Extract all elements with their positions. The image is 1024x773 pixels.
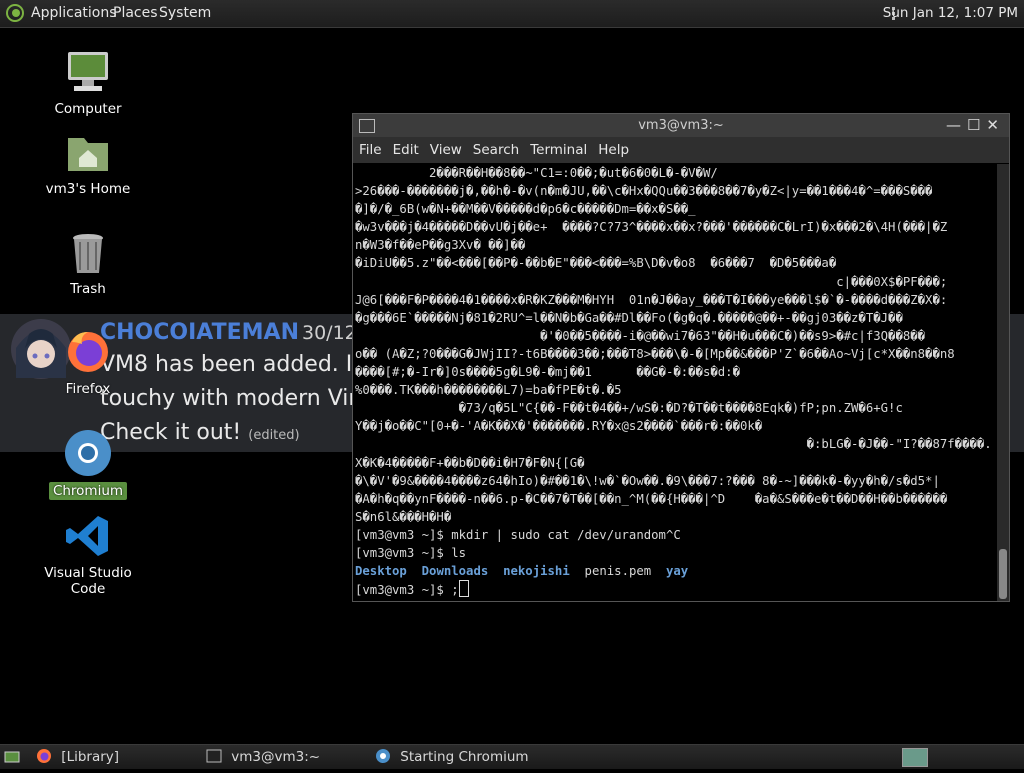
terminal-icon: [206, 749, 222, 763]
desktop-icon-computer[interactable]: Computer: [28, 48, 148, 118]
desktop-icon-trash[interactable]: Trash: [28, 230, 148, 298]
random-output-line: %0���.TK���h��������L7)=ba�fPE�t�.�5: [355, 383, 622, 398]
desktop-icon-vscode[interactable]: Visual Studio Code: [28, 512, 148, 598]
desktop-icon-home[interactable]: vm3's Home: [28, 128, 148, 198]
random-output-line: �73/q�5L"C{��-F��t�4��+/wS�:�D?�T��t����…: [355, 401, 903, 416]
ls-dir: Desktop: [355, 564, 407, 579]
desktop-icon-label: vm3's Home: [45, 181, 131, 197]
random-output-line: �iDiU��5.z"��<���[��P�-��b�E"���<���=%B\…: [355, 256, 837, 271]
desktop-icon-chromium[interactable]: Chromium: [28, 428, 148, 500]
random-output-line: �\�V'�9&����4����z64�hIo)�#��1�\!w�`�Ow�…: [355, 473, 940, 488]
random-output-line: J@6[���F�P����4�1����x�R�KZ���M�HYH 01n�…: [355, 292, 948, 307]
workspace-switcher[interactable]: [902, 748, 928, 767]
random-output-line: �:bLG�-�J��-"I?��87f����.: [355, 437, 992, 452]
random-output-line: n�W3�f��eP��g3Xv� ��]��: [355, 238, 526, 253]
ls-file: penis.pem: [584, 564, 652, 579]
terminal-scrollbar[interactable]: [997, 164, 1009, 601]
prompt-line[interactable]: [vm3@vm3 ~]$ ;: [355, 580, 997, 599]
terminal-menubar: File Edit View Search Terminal Help: [353, 137, 1009, 163]
window-title: vm3@vm3:~: [638, 118, 724, 133]
menu-edit[interactable]: Edit: [387, 137, 424, 158]
firefox-icon: [68, 332, 108, 372]
random-output-line: S�n6l&���H�H�: [355, 509, 452, 524]
vscode-icon: [66, 516, 108, 556]
menu-help[interactable]: Help: [592, 137, 634, 158]
menu-terminal[interactable]: Terminal: [524, 137, 592, 158]
random-output-line: o�� (A�Z;?0���G�JWjII?-t6B����3��;���T8>…: [355, 346, 955, 361]
ls-dir: yay: [666, 564, 689, 579]
random-output-line: ����[#;�-Ir�]0s����5g�L9�-�mj��1 ��G�-�:…: [355, 365, 740, 380]
taskbar-item-library[interactable]: [Library]: [36, 745, 119, 769]
desktop-icon-firefox[interactable]: Firefox: [28, 328, 148, 398]
terminal-window-icon[interactable]: [359, 119, 375, 133]
applications-menu[interactable]: Applications: [31, 5, 117, 21]
random-output-line: �'�0��5����-i�@��wi7�63"��H�u���C�)��s9>…: [355, 328, 926, 343]
system-menu[interactable]: System: [159, 5, 211, 21]
random-output-line: X�K�4�����F+��b�D��i�H7�F�N{[G�: [355, 455, 585, 470]
terminal-titlebar[interactable]: vm3@vm3:~ —☐✕: [353, 114, 1009, 137]
ls-dir: nekojishi: [503, 564, 570, 579]
random-output-line: �]�/�_6B(w�N+��M��V�����d�p6�c�����Dm=��…: [355, 202, 696, 217]
taskbar-item-terminal[interactable]: vm3@vm3:~: [206, 745, 320, 769]
places-menu[interactable]: Places: [113, 5, 158, 21]
menu-file[interactable]: File: [353, 137, 387, 158]
mate-logo-icon[interactable]: [6, 4, 24, 22]
computer-icon: [68, 52, 108, 91]
maximize-button[interactable]: ☐: [967, 116, 986, 134]
chromium-icon: [376, 749, 390, 763]
clock[interactable]: Sun Jan 12, 1:07 PM: [883, 5, 1018, 21]
desktop-icon-label: Visual Studio Code: [44, 565, 132, 597]
text-cursor: [458, 580, 469, 598]
desktop-icon-label: Computer: [54, 101, 122, 117]
random-output-line: �A�h�q��ynF����-n��6.p-�C��7�T��[��n_^M(…: [355, 491, 948, 506]
show-desktop-icon: [4, 751, 20, 763]
command-line: [vm3@vm3 ~]$ ls: [355, 545, 467, 560]
top-panel: Applications Places System Sun Jan 12, 1…: [0, 0, 1024, 28]
edited-tag: (edited): [248, 428, 300, 443]
command-line: [vm3@vm3 ~]$ mkdir | sudo cat /dev/urand…: [355, 527, 681, 542]
home-folder-icon: [68, 138, 108, 171]
random-output-line: �w3v���j�4�����D��vU�j��e+ ����?C?73^���…: [355, 220, 948, 235]
random-output-line: Y��j�o��C"[0+�-'A�K��X�'�������.RY�x@s2�…: [355, 419, 763, 434]
random-output-line: �g���6E`�����Nj�81�2RU^=l��N�b�Ga��#Dl��…: [355, 310, 903, 325]
desktop-icon-label: Trash: [70, 281, 106, 297]
trash-icon: [73, 234, 103, 273]
bottom-panel: [Library] vm3@vm3:~ Starting Chromium: [0, 744, 1024, 769]
menu-view[interactable]: View: [424, 137, 467, 158]
random-output: 2���R��H��8��~"C1=:0��;�ut�6�0�L�-�V�W/ >…: [355, 164, 997, 526]
firefox-icon: [37, 749, 51, 763]
chromium-icon: [65, 430, 111, 476]
random-output-line: c|���0X$�PF���;: [355, 274, 948, 289]
ls-dir: Downloads: [421, 564, 489, 579]
desktop-icon-label: Chromium: [48, 482, 128, 500]
terminal-window[interactable]: vm3@vm3:~ —☐✕ File Edit View Search Terminal…: [352, 113, 1010, 602]
terminal-output[interactable]: 2���R��H��8��~"C1=:0��;�ut�6�0�L�-�V�W/ >…: [353, 164, 997, 601]
minimize-button[interactable]: —: [946, 116, 967, 134]
menu-search[interactable]: Search: [467, 137, 524, 158]
taskbar-item-chromium[interactable]: Starting Chromium: [375, 745, 529, 769]
ls-output: Desktop Downloads nekojishi penis.pem ya…: [355, 562, 997, 580]
close-button[interactable]: ✕: [986, 116, 1005, 134]
desktop-icon-label: Firefox: [65, 381, 111, 397]
random-output-line: 2���R��H��8��~"C1=:0��;�ut�6�0�L�-�V�W/: [355, 166, 718, 180]
random-output-line: >26���-�������j�,��h�-�v(n�m�JU,��\c�Hx�…: [355, 184, 933, 199]
scrollbar-thumb[interactable]: [999, 549, 1007, 599]
show-desktop-button[interactable]: [4, 749, 20, 765]
